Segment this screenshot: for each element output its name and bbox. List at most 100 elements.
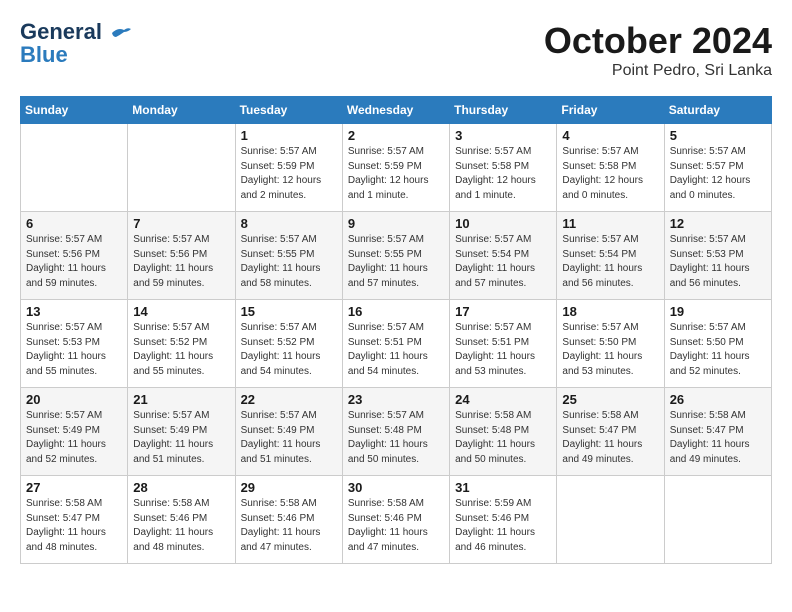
location: Point Pedro, Sri Lanka <box>544 62 772 80</box>
weekday-header: Monday <box>128 97 235 124</box>
logo: General Blue <box>20 20 132 66</box>
day-info: Sunrise: 5:57 AM Sunset: 5:53 PM Dayligh… <box>670 233 766 291</box>
weekday-header: Tuesday <box>235 97 342 124</box>
day-number: 19 <box>670 304 766 319</box>
day-info: Sunrise: 5:57 AM Sunset: 5:58 PM Dayligh… <box>562 145 658 203</box>
calendar-cell: 8Sunrise: 5:57 AM Sunset: 5:55 PM Daylig… <box>235 212 342 300</box>
calendar-cell: 31Sunrise: 5:59 AM Sunset: 5:46 PM Dayli… <box>450 476 557 564</box>
calendar-cell: 12 Sunrise: 5:57 AM Sunset: 5:53 PM Dayli… <box>664 212 771 300</box>
weekday-header: Thursday <box>450 97 557 124</box>
calendar-cell: 1 Sunrise: 5:57 AM Sunset: 5:59 PM Daylig… <box>235 124 342 212</box>
day-info: Sunrise: 5:57 AM Sunset: 5:54 PM Dayligh… <box>562 233 658 291</box>
calendar-cell: 28 Sunrise: 5:58 AM Sunset: 5:46 PM Dayli… <box>128 476 235 564</box>
calendar-cell: 2 Sunrise: 5:57 AM Sunset: 5:59 PM Daylig… <box>342 124 449 212</box>
day-info: Sunrise: 5:57 AM Sunset: 5:57 PM Dayligh… <box>670 145 766 203</box>
day-number: 9 <box>348 216 444 231</box>
calendar-cell: 26Sunrise: 5:58 AM Sunset: 5:47 PM Dayli… <box>664 388 771 476</box>
day-number: 5 <box>670 128 766 143</box>
day-info: Sunrise: 5:57 AM Sunset: 5:49 PM Dayligh… <box>26 409 122 467</box>
calendar-cell: 4 Sunrise: 5:57 AM Sunset: 5:58 PM Daylig… <box>557 124 664 212</box>
calendar-cell: 3Sunrise: 5:57 AM Sunset: 5:58 PM Daylig… <box>450 124 557 212</box>
calendar-cell: 5 Sunrise: 5:57 AM Sunset: 5:57 PM Daylig… <box>664 124 771 212</box>
calendar-cell: 22 Sunrise: 5:57 AM Sunset: 5:49 PM Dayli… <box>235 388 342 476</box>
day-number: 28 <box>133 480 229 495</box>
calendar-cell: 7 Sunrise: 5:57 AM Sunset: 5:56 PM Daylig… <box>128 212 235 300</box>
day-info: Sunrise: 5:58 AM Sunset: 5:47 PM Dayligh… <box>670 409 766 467</box>
day-number: 24 <box>455 392 551 407</box>
day-number: 27 <box>26 480 122 495</box>
calendar-cell: 25 Sunrise: 5:58 AM Sunset: 5:47 PM Dayli… <box>557 388 664 476</box>
day-info: Sunrise: 5:57 AM Sunset: 5:51 PM Dayligh… <box>455 321 551 379</box>
day-info: Sunrise: 5:57 AM Sunset: 5:55 PM Dayligh… <box>348 233 444 291</box>
day-number: 25 <box>562 392 658 407</box>
day-info: Sunrise: 5:59 AM Sunset: 5:46 PM Dayligh… <box>455 497 551 555</box>
day-number: 29 <box>241 480 337 495</box>
day-info: Sunrise: 5:57 AM Sunset: 5:59 PM Dayligh… <box>241 145 337 203</box>
calendar-cell: 17 Sunrise: 5:57 AM Sunset: 5:51 PM Dayli… <box>450 300 557 388</box>
calendar-cell: 13 Sunrise: 5:57 AM Sunset: 5:53 PM Dayli… <box>21 300 128 388</box>
calendar-cell: 14 Sunrise: 5:57 AM Sunset: 5:52 PM Dayli… <box>128 300 235 388</box>
day-number: 22 <box>241 392 337 407</box>
day-number: 2 <box>348 128 444 143</box>
logo-text: General <box>20 20 132 44</box>
day-info: Sunrise: 5:57 AM Sunset: 5:48 PM Dayligh… <box>348 409 444 467</box>
calendar-cell: 23 Sunrise: 5:57 AM Sunset: 5:48 PM Dayli… <box>342 388 449 476</box>
calendar-cell <box>128 124 235 212</box>
page-header: General Blue October 2024 Point Pedro, S… <box>20 20 772 80</box>
day-number: 17 <box>455 304 551 319</box>
day-number: 21 <box>133 392 229 407</box>
day-number: 12 <box>670 216 766 231</box>
day-info: Sunrise: 5:58 AM Sunset: 5:47 PM Dayligh… <box>26 497 122 555</box>
calendar-cell: 16Sunrise: 5:57 AM Sunset: 5:51 PM Dayli… <box>342 300 449 388</box>
calendar-table: SundayMondayTuesdayWednesdayThursdayFrid… <box>20 96 772 564</box>
day-number: 7 <box>133 216 229 231</box>
day-info: Sunrise: 5:58 AM Sunset: 5:46 PM Dayligh… <box>133 497 229 555</box>
day-number: 13 <box>26 304 122 319</box>
day-number: 20 <box>26 392 122 407</box>
title-section: October 2024 Point Pedro, Sri Lanka <box>544 20 772 80</box>
logo-bird-icon <box>110 25 132 41</box>
calendar-header: SundayMondayTuesdayWednesdayThursdayFrid… <box>21 97 772 124</box>
calendar-cell <box>21 124 128 212</box>
day-number: 8 <box>241 216 337 231</box>
day-info: Sunrise: 5:58 AM Sunset: 5:46 PM Dayligh… <box>241 497 337 555</box>
day-number: 10 <box>455 216 551 231</box>
day-info: Sunrise: 5:57 AM Sunset: 5:56 PM Dayligh… <box>26 233 122 291</box>
day-info: Sunrise: 5:57 AM Sunset: 5:59 PM Dayligh… <box>348 145 444 203</box>
calendar-cell <box>664 476 771 564</box>
day-info: Sunrise: 5:57 AM Sunset: 5:52 PM Dayligh… <box>133 321 229 379</box>
calendar-cell: 18 Sunrise: 5:57 AM Sunset: 5:50 PM Dayli… <box>557 300 664 388</box>
calendar-cell: 30 Sunrise: 5:58 AM Sunset: 5:46 PM Dayli… <box>342 476 449 564</box>
calendar-cell: 27 Sunrise: 5:58 AM Sunset: 5:47 PM Dayli… <box>21 476 128 564</box>
day-number: 14 <box>133 304 229 319</box>
day-info: Sunrise: 5:57 AM Sunset: 5:52 PM Dayligh… <box>241 321 337 379</box>
day-number: 23 <box>348 392 444 407</box>
day-info: Sunrise: 5:58 AM Sunset: 5:46 PM Dayligh… <box>348 497 444 555</box>
day-number: 4 <box>562 128 658 143</box>
logo-blue-text: Blue <box>20 44 68 66</box>
weekday-header: Wednesday <box>342 97 449 124</box>
weekday-header: Friday <box>557 97 664 124</box>
day-number: 30 <box>348 480 444 495</box>
day-info: Sunrise: 5:58 AM Sunset: 5:47 PM Dayligh… <box>562 409 658 467</box>
day-info: Sunrise: 5:57 AM Sunset: 5:56 PM Dayligh… <box>133 233 229 291</box>
calendar-cell: 21Sunrise: 5:57 AM Sunset: 5:49 PM Dayli… <box>128 388 235 476</box>
day-info: Sunrise: 5:58 AM Sunset: 5:48 PM Dayligh… <box>455 409 551 467</box>
day-info: Sunrise: 5:57 AM Sunset: 5:54 PM Dayligh… <box>455 233 551 291</box>
day-number: 6 <box>26 216 122 231</box>
calendar-cell: 19Sunrise: 5:57 AM Sunset: 5:50 PM Dayli… <box>664 300 771 388</box>
day-info: Sunrise: 5:57 AM Sunset: 5:50 PM Dayligh… <box>562 321 658 379</box>
month-title: October 2024 <box>544 20 772 62</box>
weekday-header: Sunday <box>21 97 128 124</box>
calendar-cell <box>557 476 664 564</box>
day-number: 1 <box>241 128 337 143</box>
calendar-body: 1 Sunrise: 5:57 AM Sunset: 5:59 PM Daylig… <box>21 124 772 564</box>
day-number: 18 <box>562 304 658 319</box>
calendar-cell: 9 Sunrise: 5:57 AM Sunset: 5:55 PM Daylig… <box>342 212 449 300</box>
day-info: Sunrise: 5:57 AM Sunset: 5:53 PM Dayligh… <box>26 321 122 379</box>
day-info: Sunrise: 5:57 AM Sunset: 5:51 PM Dayligh… <box>348 321 444 379</box>
calendar-cell: 11Sunrise: 5:57 AM Sunset: 5:54 PM Dayli… <box>557 212 664 300</box>
calendar-cell: 15Sunrise: 5:57 AM Sunset: 5:52 PM Dayli… <box>235 300 342 388</box>
calendar-cell: 10 Sunrise: 5:57 AM Sunset: 5:54 PM Dayli… <box>450 212 557 300</box>
day-info: Sunrise: 5:57 AM Sunset: 5:49 PM Dayligh… <box>241 409 337 467</box>
